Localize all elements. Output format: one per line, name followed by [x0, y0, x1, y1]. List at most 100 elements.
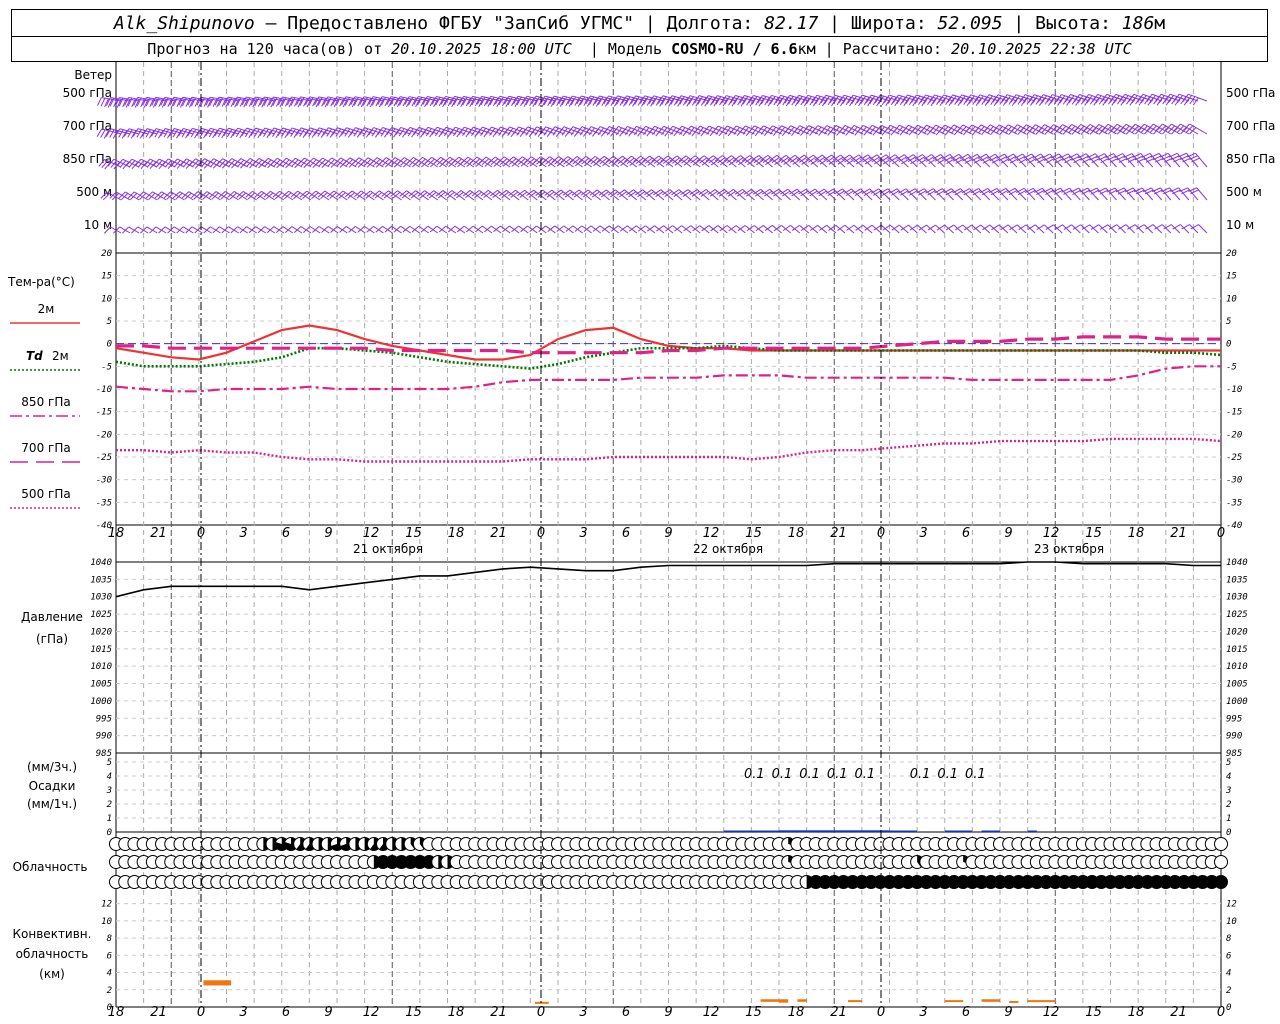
x-hour-label: 18: [108, 526, 125, 541]
precip-bar: [723, 830, 779, 832]
conv-cloud-bar: [848, 1000, 862, 1003]
wind-barb-tick: [1077, 95, 1084, 104]
wind-barb-tick: [480, 128, 487, 136]
conv-ytick-left: 8: [107, 934, 112, 944]
temp-ytick-left: 15: [101, 272, 112, 282]
x-hour-label: 21: [490, 1005, 507, 1020]
wind-barb-tick: [1080, 96, 1087, 105]
pressure-ytick-left: 1025: [90, 610, 112, 620]
precip-ytick-left: 0: [107, 828, 112, 838]
wind-barb-tick: [1131, 95, 1138, 104]
cloud-cell: [1214, 855, 1228, 869]
temp-ytick-right: 15: [1226, 272, 1237, 282]
wind-barb-tick: [1089, 96, 1096, 105]
wind-barb-tick: [1068, 95, 1075, 104]
day-label: 22 октября: [693, 542, 763, 556]
cloud-title: Облачность: [13, 860, 88, 874]
x-hour-label: 9: [324, 1005, 332, 1020]
pressure-ytick-right: 1040: [1226, 558, 1248, 568]
wind-barb-tick: [447, 225, 456, 233]
precip-value-label: 0.1: [855, 767, 876, 782]
temp-ytick-left: -5: [101, 362, 112, 372]
precip-value-label: 0.1: [965, 767, 986, 782]
x-hour-label: 0: [537, 1005, 545, 1020]
temp-ytick-left: -25: [96, 453, 112, 463]
pressure-title-2: (гПа): [36, 632, 68, 646]
conv-cloud-bar: [797, 999, 807, 1002]
wind-barb-tick: [484, 225, 492, 233]
conv-ytick-right: 4: [1226, 969, 1231, 979]
wind-barb-tick: [489, 128, 496, 136]
wind-barb-tick: [1095, 95, 1102, 104]
x-hour-label: 18: [448, 1005, 465, 1020]
x-hour-label: 0: [1217, 1005, 1225, 1020]
pressure-ytick-right: 1025: [1226, 610, 1248, 620]
precip-value-label: 0.1: [744, 767, 765, 782]
conv-title-1: Конвективн.: [13, 927, 92, 941]
wind-barb: [681, 125, 701, 135]
x-hour-label: 18: [788, 1005, 805, 1020]
wind-barb: [672, 125, 692, 135]
wind-barb-tick: [1167, 95, 1174, 104]
pressure-ytick-right: 1020: [1226, 627, 1248, 637]
conv-cloud-bar: [203, 980, 232, 986]
conv-cloud-bar: [1027, 1000, 1056, 1003]
wind-barb-tick: [393, 129, 399, 138]
temp-ytick-right: 10: [1226, 294, 1237, 304]
temp-ytick-right: -25: [1226, 453, 1242, 463]
wind-barb-tick: [443, 128, 450, 137]
wind-barb: [726, 125, 746, 135]
wind-barb: [699, 125, 719, 135]
pressure-ytick-right: 995: [1226, 714, 1242, 724]
x-hour-label: 9: [1004, 526, 1012, 541]
conv-ytick-right: 0: [1226, 1003, 1231, 1013]
conv-ytick-right: 2: [1226, 986, 1231, 996]
x-hour-label: 12: [1043, 1005, 1060, 1020]
x-hour-label: 15: [1085, 1005, 1102, 1020]
temp-ytick-right: -5: [1226, 362, 1237, 372]
temp-ytick-left: 10: [101, 294, 112, 304]
x-hour-label: 6: [962, 1005, 970, 1020]
wind-barb-tick: [425, 128, 432, 137]
precip-ytick-right: 3: [1225, 786, 1231, 796]
temp-ytick-right: -20: [1226, 430, 1242, 440]
x-hour-label: 21: [1170, 526, 1187, 541]
wind-barb-tick: [384, 129, 390, 138]
x-hour-label: 6: [622, 1005, 630, 1020]
legend-label: 2м: [38, 302, 55, 316]
x-hour-label: 0: [197, 1005, 205, 1020]
conv-cloud-bar: [981, 999, 1000, 1002]
precip-bar: [944, 830, 973, 832]
x-hour-label: 9: [664, 1005, 672, 1020]
temp-ytick-left: -10: [96, 385, 112, 395]
temp-ytick-left: -20: [96, 430, 112, 440]
pressure-ytick-left: 1010: [90, 662, 112, 672]
x-hour-label: 9: [324, 526, 332, 541]
wind-barb-tick: [1104, 95, 1111, 104]
conv-ytick-right: 6: [1226, 951, 1231, 961]
precip-ytick-right: 0: [1226, 828, 1231, 838]
wind-barb-tick: [398, 128, 405, 137]
temp-ytick-right: -40: [1226, 521, 1242, 531]
wind-barb-tick: [452, 128, 459, 137]
cloud-cell: [1214, 875, 1228, 889]
x-hour-label: 18: [1128, 1005, 1145, 1020]
x-hour-label: 12: [1043, 526, 1060, 541]
x-hour-label: 9: [1004, 1005, 1012, 1020]
wind-barb-tick: [121, 226, 130, 234]
wind-barb: [745, 125, 764, 135]
pressure-ytick-left: 1005: [90, 680, 112, 690]
conv-ytick-left: 10: [101, 917, 112, 927]
meteogram-svg: Ветер 500 гПа 500 гПа 700 гПа 700 гПа 850 гПа…: [7, 62, 1275, 1020]
precip-bar: [889, 830, 918, 832]
pressure-ytick-left: 1000: [90, 697, 112, 707]
pressure-title-1: Давление: [21, 610, 83, 624]
pressure-ytick-right: 1035: [1226, 575, 1248, 585]
day-label: 21 октября: [353, 542, 423, 556]
temp-ytick-right: -15: [1226, 408, 1242, 418]
x-hour-label: 21: [830, 1005, 847, 1020]
wind-barb: [1189, 123, 1208, 135]
pressure-ytick-left: 1040: [90, 558, 112, 568]
temp-ytick-left: 20: [101, 249, 112, 259]
wind-barb-tick: [1176, 95, 1183, 104]
